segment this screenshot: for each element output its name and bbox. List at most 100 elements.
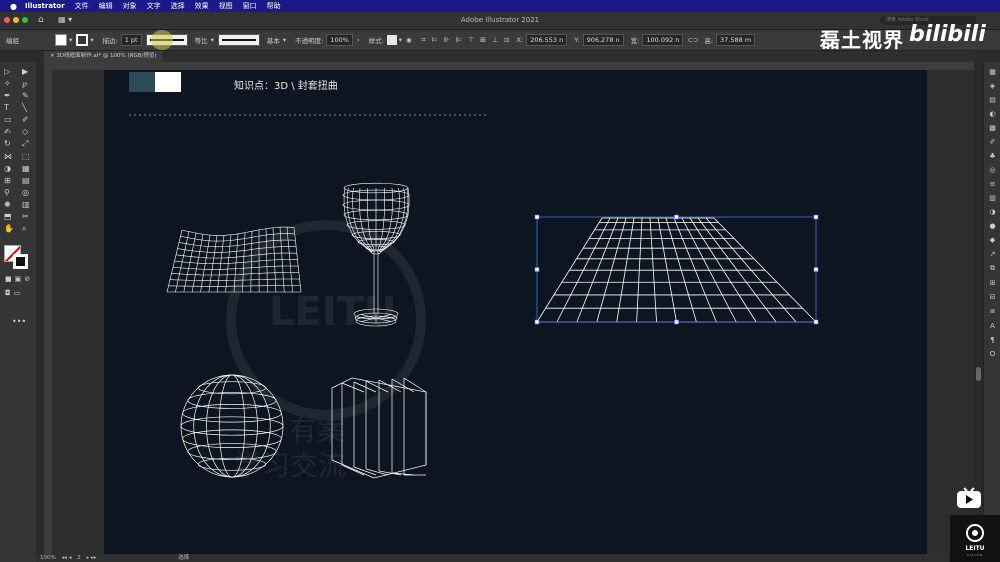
menu-window[interactable]: 窗口 xyxy=(243,1,257,11)
transparency-icon[interactable]: ◑ xyxy=(989,208,995,216)
artboard-nav-icon[interactable]: ◂◂ ◂ xyxy=(61,555,71,561)
type-tool-icon[interactable]: T xyxy=(4,103,16,112)
free-transform-icon[interactable]: ⬚ xyxy=(22,152,34,161)
transform-panel-icon[interactable]: ⊞ xyxy=(990,279,996,287)
gradient-tool-icon[interactable]: ▤ xyxy=(22,176,34,185)
x-field[interactable]: 206.553 n xyxy=(526,34,568,46)
selection-handle[interactable] xyxy=(534,267,540,272)
y-field[interactable]: 906.278 n xyxy=(582,34,624,46)
selection-handle[interactable] xyxy=(813,267,819,272)
artwork-canvas[interactable]: 知识点：3D \ 封套扭曲 LEITU 有案 学习交流 xyxy=(104,70,927,554)
perspective-grid-icon[interactable]: ▦ xyxy=(22,164,34,173)
selection-handle[interactable] xyxy=(534,319,540,325)
gradient-icon[interactable]: ▣ xyxy=(15,275,22,283)
chevron-down-icon[interactable]: ▾ xyxy=(90,36,93,44)
apple-icon[interactable]: ● xyxy=(10,2,17,11)
stroke-swatch-tool[interactable] xyxy=(13,254,28,269)
selection-handle[interactable] xyxy=(674,214,679,220)
character-icon[interactable]: A xyxy=(990,322,995,330)
color-panel-icon[interactable]: ◐ xyxy=(989,110,995,118)
graphic-style-swatch[interactable] xyxy=(386,35,397,45)
align-right-icon[interactable]: ⊫ xyxy=(456,36,462,45)
link-icon[interactable]: ⊂⊃ xyxy=(687,36,698,44)
menu-effect[interactable]: 效果 xyxy=(195,1,209,11)
screen-mode-icon[interactable]: ▭ xyxy=(14,289,21,297)
h-field[interactable]: 37.588 m xyxy=(716,34,756,46)
selection-tool-icon[interactable]: ▷ xyxy=(4,67,16,76)
eraser-icon[interactable]: ◇ xyxy=(22,127,34,136)
zoom-tool-icon[interactable]: ⌕ xyxy=(22,224,34,234)
fill-swatch[interactable] xyxy=(55,34,67,46)
align-bottom-icon[interactable]: ⊥ xyxy=(492,36,498,45)
menu-type[interactable]: 文字 xyxy=(147,1,161,11)
menu-help[interactable]: 帮助 xyxy=(267,1,281,11)
paintbrush-icon[interactable]: ✐ xyxy=(22,115,34,124)
menu-select[interactable]: 选择 xyxy=(171,1,185,11)
magic-wand-icon[interactable]: ✧ xyxy=(4,79,16,88)
bilibili-tv-icon[interactable] xyxy=(956,487,982,509)
symbol-sprayer-icon[interactable]: ✺ xyxy=(4,200,16,209)
opentype-icon[interactable]: O xyxy=(990,350,996,358)
recolor-icon[interactable]: ◉ xyxy=(406,36,412,44)
width-tool-icon[interactable]: ⋈ xyxy=(4,152,16,161)
artboard-number[interactable]: 2 xyxy=(77,555,81,561)
menu-view[interactable]: 视图 xyxy=(219,1,233,11)
align-left-icon[interactable]: ⊨ xyxy=(432,36,438,45)
none-icon[interactable]: ⊘ xyxy=(24,275,30,283)
chevron-down-icon[interactable]: ▾ xyxy=(69,36,72,44)
transform-icon[interactable]: ⌗ xyxy=(422,36,426,45)
slice-tool-icon[interactable]: ✂ xyxy=(22,212,34,221)
artboard[interactable]: 知识点：3D \ 封套扭曲 LEITU 有案 学习交流 xyxy=(104,70,927,554)
paragraph-icon[interactable]: ¶ xyxy=(990,336,994,344)
fill-stroke-swatches[interactable] xyxy=(4,245,30,269)
libraries-icon[interactable]: ▤ xyxy=(989,96,996,104)
align-top-icon[interactable]: ⊤ xyxy=(468,36,474,45)
wireframe-box-object[interactable] xyxy=(331,377,427,479)
selection-handle[interactable] xyxy=(813,319,819,325)
menu-app-name[interactable]: Illustrator xyxy=(25,2,65,10)
document-tab[interactable]: ✕ 3D线框面制作.ai* @ 100% (RGB/预览) xyxy=(44,51,163,62)
graph-tool-icon[interactable]: ▥ xyxy=(22,200,34,209)
menu-file[interactable]: 文件 xyxy=(75,1,89,11)
stroke-panel-icon[interactable]: ≡ xyxy=(990,180,996,188)
w-field[interactable]: 100.092 n xyxy=(642,34,684,46)
eyedropper-icon[interactable]: ⚲ xyxy=(4,188,16,197)
selection-handle[interactable] xyxy=(813,214,819,220)
color-swatch-white[interactable] xyxy=(155,72,181,92)
opacity-field[interactable]: 100% xyxy=(326,34,353,46)
swatches-icon[interactable]: ▩ xyxy=(989,124,996,132)
chevron-down-icon[interactable]: ▾ xyxy=(211,36,214,44)
chevron-down-icon[interactable]: ▾ xyxy=(283,36,286,44)
layers-stack-icon[interactable]: ◆ xyxy=(990,236,995,244)
artboard-tool-icon[interactable]: ⬒ xyxy=(4,212,16,221)
stroke-swatch[interactable] xyxy=(76,34,89,46)
direct-selection-tool-icon[interactable]: ▶ xyxy=(22,67,34,76)
line-tool-icon[interactable]: ╲ xyxy=(22,103,34,112)
gradient-panel-icon[interactable]: ▥ xyxy=(989,194,996,202)
vertical-scrollbar[interactable] xyxy=(974,62,983,554)
vertical-ruler[interactable] xyxy=(44,70,52,554)
asset-export-icon[interactable]: ↗ xyxy=(990,250,996,258)
brushes-icon[interactable]: ✐ xyxy=(990,138,996,146)
chevron-right-icon[interactable]: › xyxy=(357,36,360,44)
brush-definition[interactable] xyxy=(217,34,260,46)
curvature-tool-icon[interactable]: ✎ xyxy=(22,91,34,100)
align-middle-icon[interactable]: ⊞ xyxy=(480,36,486,45)
symbols-icon[interactable]: ♣ xyxy=(989,152,995,160)
align-panel-icon[interactable]: ⊟ xyxy=(990,293,996,301)
lasso-icon[interactable]: ℘ xyxy=(22,79,34,88)
stroke-weight-field[interactable]: 1 pt xyxy=(120,34,142,46)
align-center-icon[interactable]: ⊪ xyxy=(444,36,450,45)
artboard-next-icon[interactable]: ▸ ▸▸ xyxy=(87,555,97,561)
selection-handle[interactable] xyxy=(674,319,679,325)
graphic-styles-icon[interactable]: ◎ xyxy=(989,166,995,174)
rectangle-tool-icon[interactable]: ▭ xyxy=(4,115,16,124)
zoom-level[interactable]: 100% xyxy=(40,555,56,561)
pen-tool-icon[interactable]: ✒ xyxy=(4,91,16,100)
color-swatch-dark[interactable] xyxy=(129,72,155,92)
menu-edit[interactable]: 编辑 xyxy=(99,1,113,11)
pathfinder-icon[interactable]: ⧈ xyxy=(990,307,994,316)
perspective-grid-object[interactable] xyxy=(536,217,817,323)
properties-icon[interactable]: ▦ xyxy=(989,68,996,76)
scrollbar-thumb[interactable] xyxy=(976,367,981,381)
